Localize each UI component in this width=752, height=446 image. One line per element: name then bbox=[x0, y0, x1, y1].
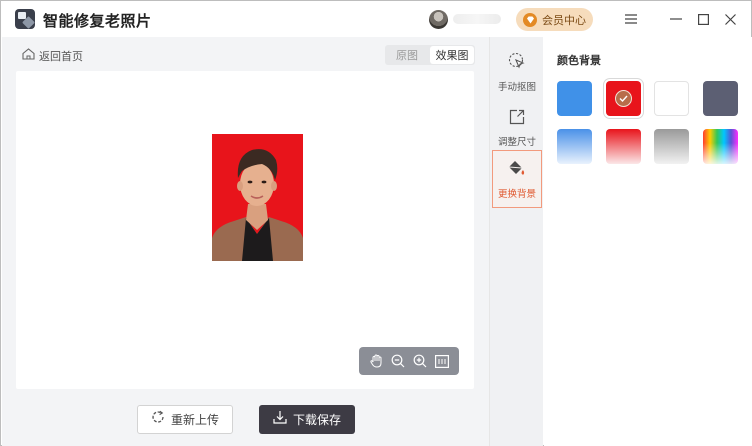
tool-label: 调整尺寸 bbox=[497, 136, 536, 148]
user-avatar[interactable] bbox=[429, 10, 448, 29]
swatch-blue[interactable] bbox=[557, 81, 592, 116]
resize-icon bbox=[509, 109, 525, 130]
vip-center-label: 会员中心 bbox=[542, 14, 586, 27]
app-title: 智能修复老照片 bbox=[43, 13, 152, 30]
back-home-label: 返回首页 bbox=[39, 51, 83, 63]
tool-resize[interactable]: 调整尺寸 bbox=[492, 99, 542, 157]
close-icon[interactable] bbox=[720, 9, 740, 29]
refresh-icon bbox=[151, 410, 165, 429]
fit-screen-icon[interactable] bbox=[433, 352, 451, 370]
swatch-slate[interactable] bbox=[703, 81, 738, 116]
hand-icon[interactable] bbox=[367, 352, 385, 370]
tab-original[interactable]: 原图 bbox=[385, 45, 429, 65]
tab-result[interactable]: 效果图 bbox=[430, 46, 474, 64]
cursor-select-icon bbox=[508, 52, 526, 75]
back-home-link[interactable]: 返回首页 bbox=[22, 47, 83, 65]
home-icon bbox=[22, 47, 35, 65]
background-panel: 颜色背景 bbox=[544, 37, 752, 446]
view-toggle: 原图 效果图 bbox=[385, 45, 475, 65]
reupload-label: 重新上传 bbox=[170, 413, 219, 427]
vip-center-button[interactable]: 会员中心 bbox=[516, 8, 593, 31]
zoom-out-icon[interactable] bbox=[389, 352, 407, 370]
reupload-button[interactable]: 重新上传 bbox=[137, 405, 233, 434]
swatch-gray-gradient[interactable] bbox=[654, 129, 689, 164]
id-photo bbox=[212, 134, 303, 261]
swatch-blue-gradient[interactable] bbox=[557, 129, 592, 164]
check-icon bbox=[615, 90, 632, 107]
app-window: 智能修复老照片 会员中心 返回首页 原图 效果图 重新上传 下载保存 手动抠图 … bbox=[0, 0, 752, 446]
menu-icon[interactable] bbox=[621, 9, 641, 29]
zoom-in-icon[interactable] bbox=[411, 352, 429, 370]
zoom-toolbar bbox=[359, 347, 459, 375]
paint-bucket-icon bbox=[507, 159, 527, 182]
tool-manual-cutout[interactable]: 手动抠图 bbox=[492, 43, 542, 101]
tool-change-background[interactable]: 更换背景 bbox=[492, 150, 542, 208]
swatch-rainbow[interactable] bbox=[703, 129, 738, 164]
tool-rail: 手动抠图 调整尺寸 更换背景 bbox=[489, 37, 543, 446]
title-bar: 智能修复老照片 会员中心 bbox=[1, 1, 751, 37]
download-button[interactable]: 下载保存 bbox=[259, 405, 355, 434]
panel-title: 颜色背景 bbox=[557, 55, 601, 67]
minimize-icon[interactable] bbox=[666, 9, 686, 29]
download-icon bbox=[273, 410, 287, 429]
tool-label: 手动抠图 bbox=[497, 81, 536, 93]
tool-label: 更换背景 bbox=[497, 188, 536, 200]
swatch-red-gradient[interactable] bbox=[606, 129, 641, 164]
app-logo-icon bbox=[15, 9, 35, 29]
editor-pane: 返回首页 原图 效果图 重新上传 下载保存 bbox=[2, 37, 489, 446]
user-name-blurred[interactable] bbox=[453, 14, 501, 24]
download-label: 下载保存 bbox=[292, 413, 341, 427]
swatch-white[interactable] bbox=[654, 81, 689, 116]
preview-canvas bbox=[16, 71, 474, 389]
swatch-red[interactable] bbox=[606, 81, 641, 116]
maximize-icon[interactable] bbox=[693, 9, 713, 29]
diamond-icon bbox=[523, 12, 537, 27]
